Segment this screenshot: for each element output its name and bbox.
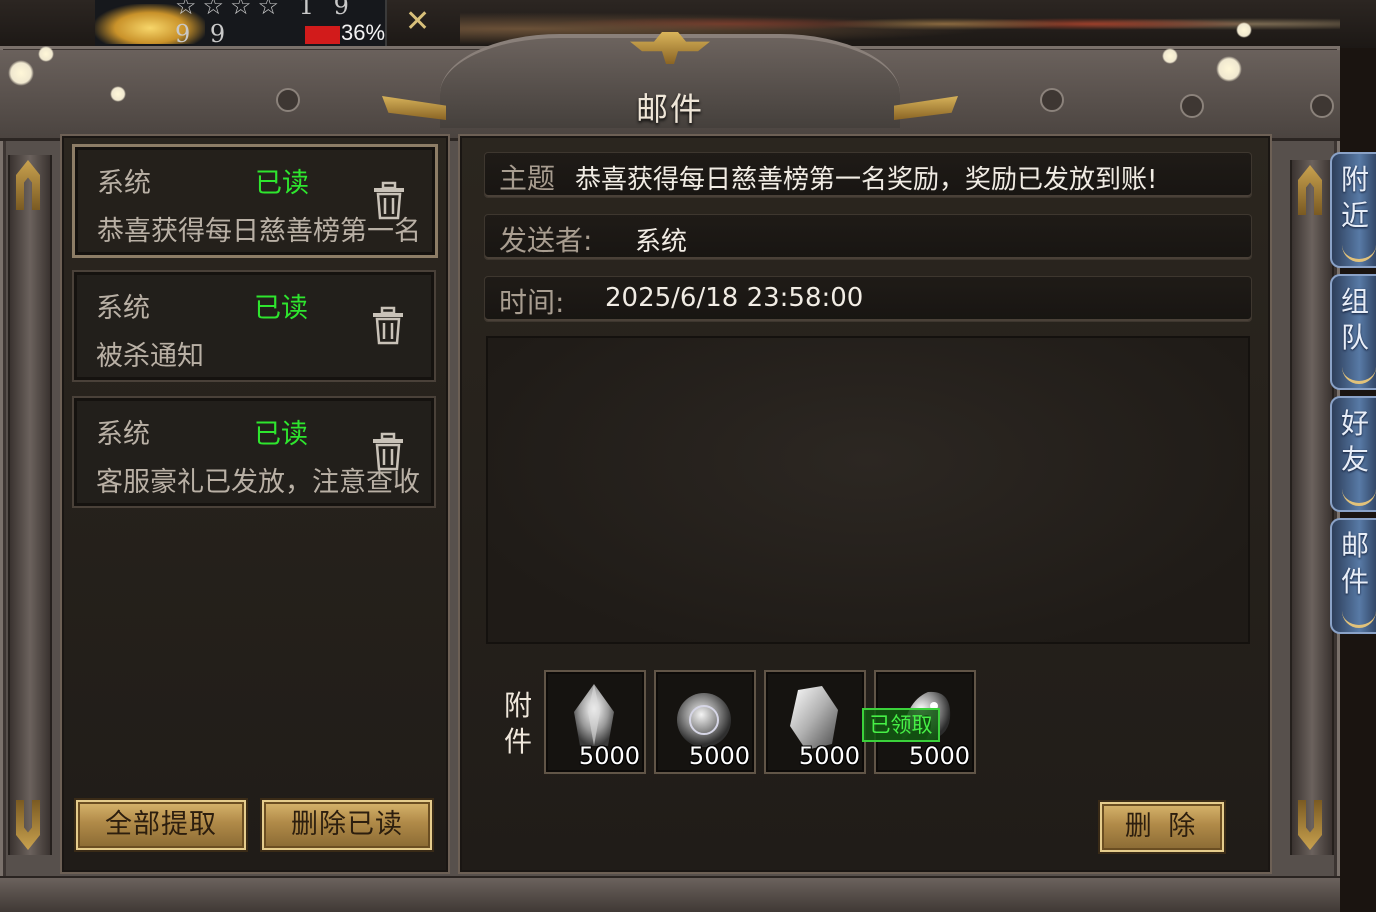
mail-read-status: 已读 — [254, 419, 308, 450]
attachment-count: 5000 — [798, 742, 860, 770]
claim-all-button[interactable]: 全部提取 — [76, 800, 246, 850]
hud-health-bar — [305, 26, 340, 44]
hud-percent: 36% — [341, 20, 386, 45]
tab-label: 好友 — [1340, 407, 1369, 476]
claimed-badge: 已领取 — [862, 708, 940, 742]
blossom-decoration — [1162, 48, 1178, 64]
blossom-decoration — [1236, 22, 1252, 38]
trash-icon[interactable] — [370, 432, 406, 472]
attachment-count: 5000 — [688, 742, 750, 770]
tab-curl-decoration — [1342, 365, 1376, 384]
time-label: 时间: — [499, 286, 565, 319]
subject-row: 主题 恭喜获得每日慈善榜第一名奖励，奖励已发放到账! — [484, 152, 1252, 198]
attachment-count: 5000 — [578, 742, 640, 770]
subject-value: 恭喜获得每日慈善榜第一名奖励，奖励已发放到账! — [575, 165, 1158, 195]
tab-curl-decoration — [1342, 609, 1376, 628]
sender-row: 发送者: 系统 — [484, 214, 1252, 260]
attachment-count: 5000 — [908, 742, 970, 770]
attachments-label: 附件 — [504, 689, 533, 758]
tab-friends[interactable]: 好友 — [1330, 396, 1376, 512]
frame-right-post — [1290, 160, 1334, 855]
tab-label: 邮件 — [1340, 529, 1369, 598]
tab-curl-decoration — [1342, 243, 1376, 262]
mail-read-status: 已读 — [255, 168, 309, 199]
tab-mail[interactable]: 邮件 — [1330, 518, 1376, 634]
player-hud: ☆☆☆☆ 1 9 9 9 36% — [95, 0, 387, 48]
mail-list-item[interactable]: 系统 已读 被杀通知 — [72, 270, 436, 382]
attachment-slot[interactable]: 5000 — [544, 670, 646, 774]
bolt-decoration — [276, 88, 300, 112]
mail-list-item[interactable]: 系统 已读 客服豪礼已发放，注意查收 — [72, 396, 436, 508]
attachment-slot[interactable]: 5000 — [764, 670, 866, 774]
sender-value: 系统 — [635, 227, 688, 257]
mail-list-panel: 系统 已读 恭喜获得每日慈善榜第一名 系统 已读 被杀通知 系统 已读 客服豪礼… — [60, 134, 450, 874]
window-title: 邮件 — [635, 90, 704, 128]
blossom-decoration — [110, 86, 126, 102]
trash-icon[interactable] — [370, 306, 406, 346]
bolt-decoration — [1180, 94, 1204, 118]
mail-sender: 系统 — [97, 168, 151, 199]
mail-list-item[interactable]: 系统 已读 恭喜获得每日慈善榜第一名 — [72, 144, 438, 258]
delete-read-button[interactable]: 删除已读 — [262, 800, 432, 850]
mail-body — [486, 336, 1250, 644]
tab-nearby[interactable]: 附近 — [1330, 152, 1376, 268]
close-icon[interactable]: ✕ — [405, 4, 430, 39]
mail-detail-panel: 主题 恭喜获得每日慈善榜第一名奖励，奖励已发放到账! 发送者: 系统 时间: 2… — [458, 134, 1272, 874]
tab-curl-decoration — [1342, 487, 1376, 506]
bolt-decoration — [1040, 88, 1064, 112]
tab-label: 组队 — [1340, 285, 1369, 354]
mail-sender: 系统 — [96, 419, 150, 450]
sender-label: 发送者: — [499, 224, 593, 257]
blossom-decoration — [1216, 56, 1242, 82]
mail-subject: 被杀通知 — [96, 341, 204, 372]
subject-label: 主题 — [499, 162, 556, 195]
trash-icon[interactable] — [371, 181, 407, 221]
attachment-slot[interactable]: 已领取 5000 — [862, 670, 976, 774]
time-row: 时间: 2025/6/18 23:58:00 — [484, 276, 1252, 322]
blossom-decoration — [38, 46, 54, 62]
mail-read-status: 已读 — [254, 293, 308, 324]
delete-button[interactable]: 删 除 — [1100, 802, 1224, 852]
tab-team[interactable]: 组队 — [1330, 274, 1376, 390]
frame-bottom-rail — [0, 876, 1340, 912]
tab-label: 附近 — [1340, 163, 1369, 232]
frame-left-post — [8, 155, 52, 855]
bolt-decoration — [1310, 94, 1334, 118]
blossom-decoration — [8, 60, 34, 86]
attachment-slot[interactable]: 5000 — [654, 670, 756, 774]
mail-sender: 系统 — [96, 293, 150, 324]
time-value: 2025/6/18 23:58:00 — [605, 283, 864, 313]
